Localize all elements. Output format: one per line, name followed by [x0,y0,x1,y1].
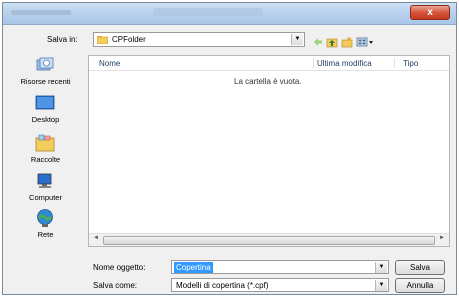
new-folder-icon[interactable] [341,36,353,48]
up-folder-icon[interactable] [326,36,338,48]
place-libraries[interactable]: Raccolte [8,133,83,171]
save-in-label: Salva in: [47,35,78,44]
save-button[interactable]: Salva [395,260,445,275]
back-arrow-icon[interactable] [312,36,324,48]
column-header-name[interactable]: Nome [99,59,120,68]
filename-label: Nome oggetto: [93,263,146,272]
place-recent[interactable]: Risorse recenti [8,55,83,93]
column-header-modified[interactable]: Ultima modifica [317,59,372,68]
location-value: CPFolder [112,35,146,44]
place-desktop[interactable]: Desktop [8,93,83,131]
file-list[interactable]: Nome Ultima modifica Tipo La cartella è … [88,55,450,247]
column-header-type[interactable]: Tipo [403,59,418,68]
folder-icon [97,36,108,44]
place-label: Rete [37,230,54,239]
scrollbar-thumb[interactable] [103,236,435,245]
place-label: Computer [29,193,62,202]
column-divider[interactable] [394,58,395,68]
place-label: Raccolte [30,155,61,164]
desktop-icon [35,95,55,110]
savetype-value: Modelli di copertina (*.cpf) [176,281,269,290]
title-text-blurred [11,10,71,15]
filename-input[interactable]: Copertina ▼ [171,260,389,274]
recent-places-icon [36,57,54,71]
chevron-down-icon[interactable]: ▼ [375,280,387,291]
chevron-down-icon[interactable]: ▼ [291,34,303,45]
close-button[interactable]: x [410,5,450,20]
network-icon [37,209,53,227]
view-menu-icon[interactable] [356,36,374,48]
scroll-right-icon[interactable]: ► [439,235,445,241]
chevron-down-icon[interactable]: ▼ [375,262,387,273]
place-computer[interactable]: Computer [8,171,83,209]
place-label: Desktop [31,115,60,124]
title-bar[interactable]: x [3,3,456,25]
column-headers: Nome Ultima modifica Tipo [89,56,449,71]
horizontal-scrollbar[interactable]: ◄ ► [89,233,449,246]
place-label: Risorse recenti [20,77,71,86]
computer-icon [37,173,52,188]
cancel-button[interactable]: Annulla [395,278,445,293]
save-dialog: x Salva in: CPFolder ▼ Risorse recenti D… [2,2,457,295]
empty-folder-message: La cartella è vuota. [234,77,302,86]
column-divider[interactable] [313,58,314,68]
savetype-label: Salva come: [93,281,138,290]
libraries-icon [35,134,55,152]
title-glow [153,8,263,16]
place-network[interactable]: Rete [8,208,83,246]
location-combo[interactable]: CPFolder ▼ [93,32,305,47]
savetype-select[interactable]: Modelli di copertina (*.cpf) ▼ [171,278,389,292]
filename-value[interactable]: Copertina [174,262,213,273]
places-bar: Risorse recenti Desktop Raccolte Compute… [8,53,83,243]
scroll-left-icon[interactable]: ◄ [93,235,99,241]
